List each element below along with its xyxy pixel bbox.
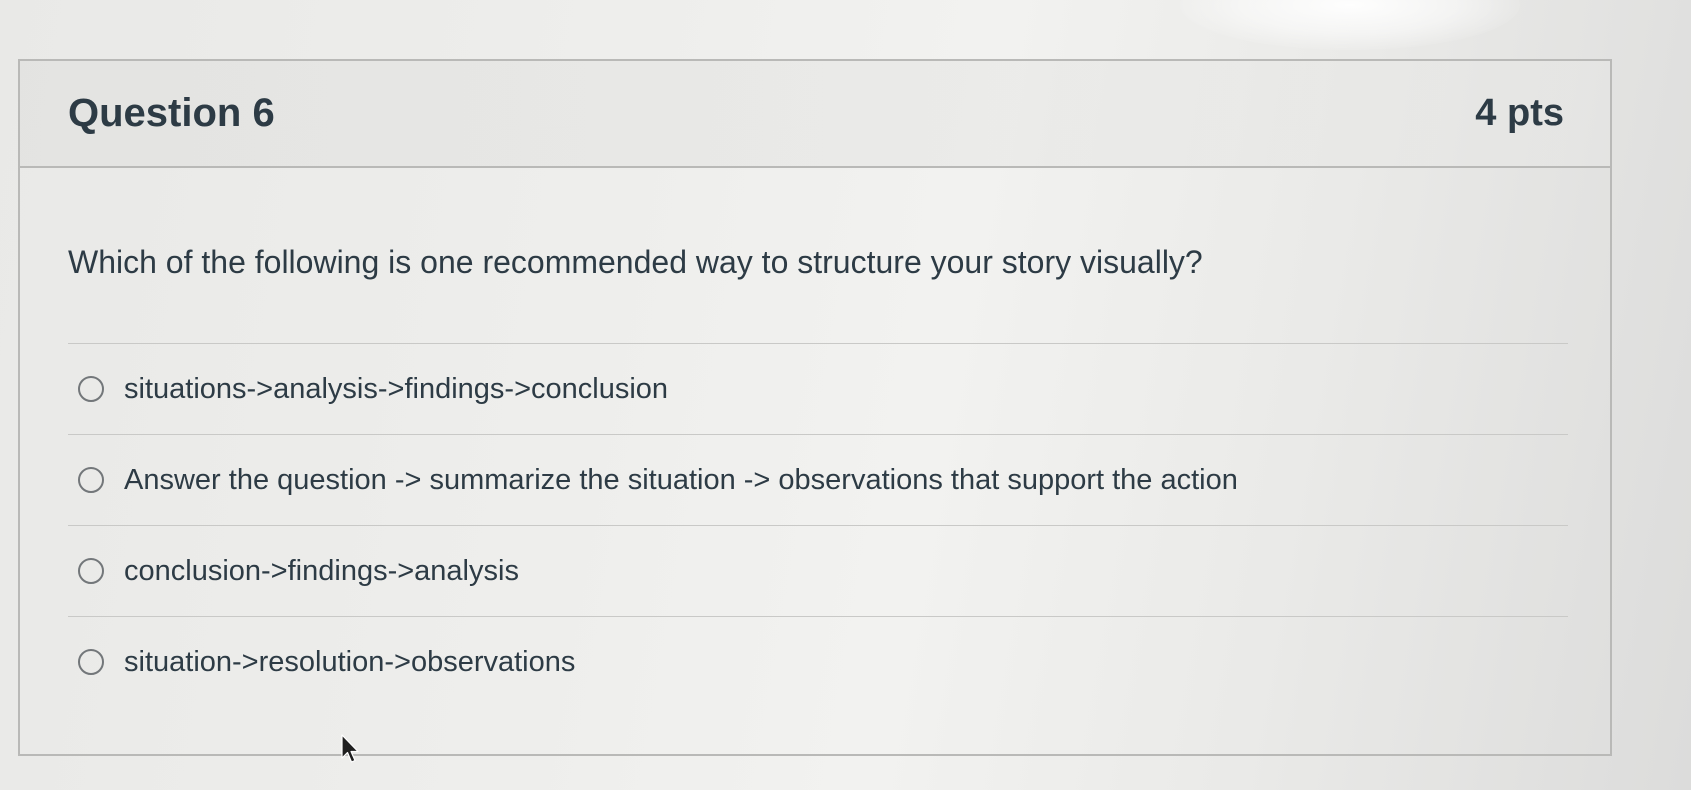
answer-label[interactable]: situation->resolution->observations <box>124 646 575 679</box>
answer-list: situations->analysis->findings->conclusi… <box>68 343 1568 707</box>
answer-option-1[interactable]: situations->analysis->findings->conclusi… <box>68 343 1568 434</box>
answer-option-3[interactable]: conclusion->findings->analysis <box>68 525 1568 616</box>
radio-button[interactable] <box>78 649 104 675</box>
answer-label[interactable]: Answer the question -> summarize the sit… <box>124 464 1238 497</box>
radio-button[interactable] <box>78 467 104 493</box>
radio-button[interactable] <box>78 376 104 402</box>
question-header: Question 6 4 pts <box>20 61 1610 168</box>
mouse-pointer-icon <box>341 734 359 763</box>
radio-button[interactable] <box>78 558 104 584</box>
question-title: Question 6 <box>68 91 275 135</box>
question-points: 4 pts <box>1475 92 1564 134</box>
question-text: Which of the following is one recommende… <box>68 244 1203 280</box>
answer-label[interactable]: situations->analysis->findings->conclusi… <box>124 373 668 406</box>
answer-option-2[interactable]: Answer the question -> summarize the sit… <box>68 434 1568 525</box>
light-glare <box>1180 0 1520 50</box>
question-card: Question 6 4 pts Which of the following … <box>18 59 1612 756</box>
answer-label[interactable]: conclusion->findings->analysis <box>124 555 519 588</box>
answer-option-4[interactable]: situation->resolution->observations <box>68 616 1568 707</box>
